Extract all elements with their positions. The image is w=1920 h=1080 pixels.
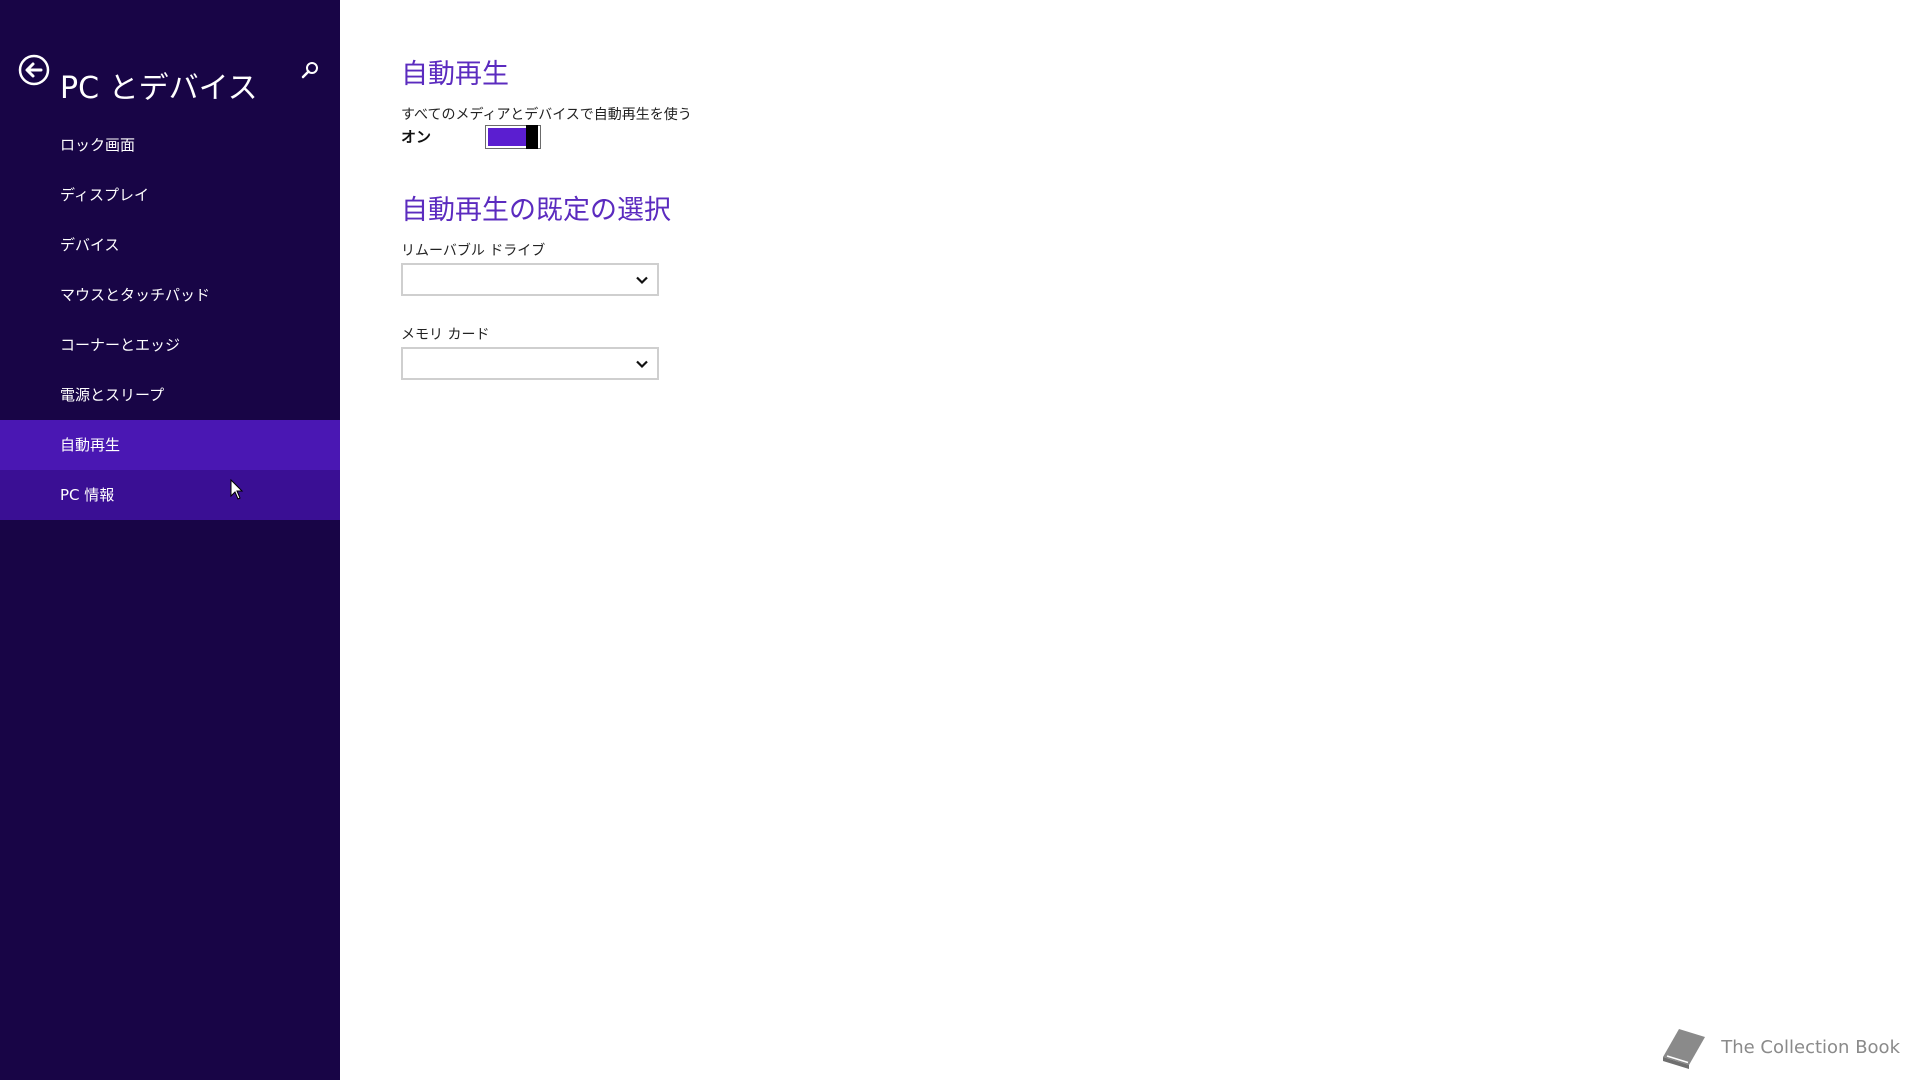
sidebar: PC とデバイス ロック画面 ディスプレイ デバイス マウスとタッチパッド コー… — [0, 0, 340, 1080]
toggle-thumb[interactable] — [526, 125, 538, 149]
book-icon — [1663, 1029, 1706, 1069]
memory-card-dropdown[interactable] — [401, 347, 659, 380]
sidebar-item-display[interactable]: ディスプレイ — [0, 170, 340, 220]
autoplay-toggle-state: オン — [401, 128, 432, 146]
autoplay-heading: 自動再生 — [401, 59, 509, 90]
main-content: 自動再生 すべてのメディアとデバイスで自動再生を使う オン 自動再生の既定の選択… — [340, 0, 1920, 1080]
sidebar-nav: ロック画面 ディスプレイ デバイス マウスとタッチパッド コーナーとエッジ 電源… — [0, 120, 340, 520]
mouse-cursor-icon — [230, 479, 244, 500]
sidebar-item-autoplay[interactable]: 自動再生 — [0, 420, 340, 470]
sidebar-item-mouse-touchpad[interactable]: マウスとタッチパッド — [0, 270, 340, 320]
sidebar-item-devices[interactable]: デバイス — [0, 220, 340, 270]
removable-drive-label: リムーバブル ドライブ — [401, 243, 546, 259]
sidebar-item-lock-screen[interactable]: ロック画面 — [0, 120, 340, 170]
toggle-fill — [488, 128, 526, 146]
sidebar-header: PC とデバイス — [0, 44, 340, 106]
back-button[interactable] — [18, 54, 50, 86]
watermark-text: The Collection Book — [1721, 1036, 1900, 1058]
search-icon — [301, 62, 318, 79]
sidebar-item-pc-info[interactable]: PC 情報 — [0, 470, 340, 520]
search-button[interactable] — [300, 60, 324, 84]
memory-card-label: メモリ カード — [401, 327, 490, 343]
chevron-down-icon — [636, 276, 648, 285]
autoplay-defaults-heading: 自動再生の既定の選択 — [401, 195, 671, 226]
sidebar-item-power-sleep[interactable]: 電源とスリープ — [0, 370, 340, 420]
removable-drive-dropdown[interactable] — [401, 263, 659, 296]
chevron-down-icon — [636, 360, 648, 369]
sidebar-title: PC とデバイス — [60, 71, 258, 107]
sidebar-item-corners-edges[interactable]: コーナーとエッジ — [0, 320, 340, 370]
autoplay-toggle[interactable] — [485, 125, 541, 149]
watermark: The Collection Book — [1657, 1022, 1900, 1072]
back-arrow-icon — [18, 54, 50, 86]
autoplay-toggle-label: すべてのメディアとデバイスで自動再生を使う — [401, 107, 692, 123]
